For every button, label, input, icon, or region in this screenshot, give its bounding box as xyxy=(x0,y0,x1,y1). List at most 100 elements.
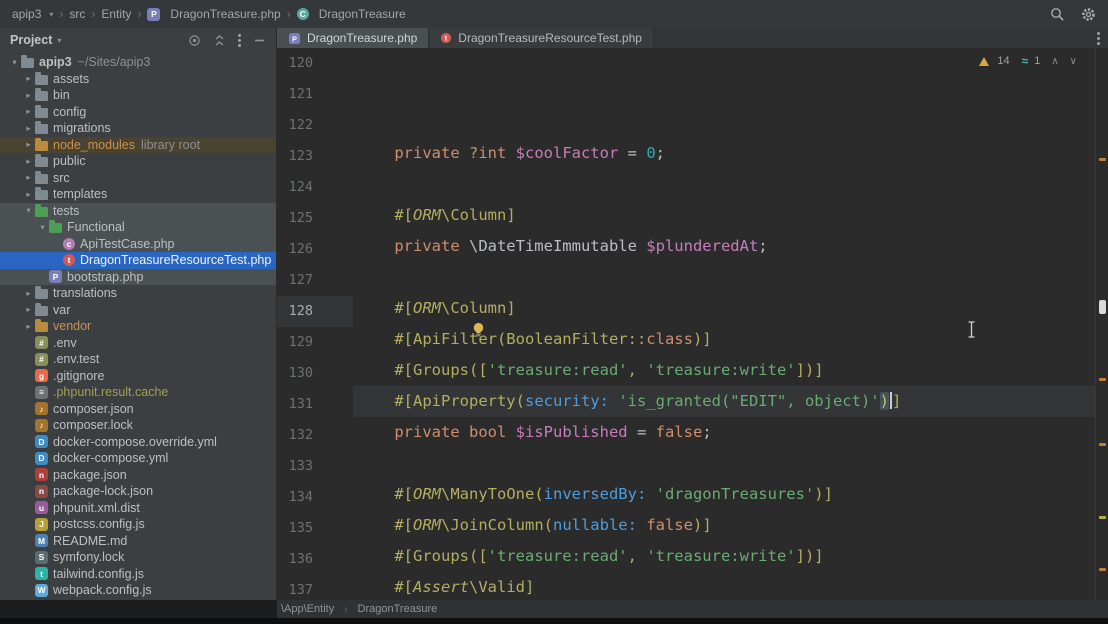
line-number-135[interactable]: 135 xyxy=(277,513,353,544)
settings-gear-icon[interactable] xyxy=(1081,7,1096,22)
chevron-expanded-icon[interactable]: ▾ xyxy=(22,205,35,216)
chevron-expanded-icon[interactable]: ▾ xyxy=(36,222,49,233)
search-icon[interactable] xyxy=(1050,7,1065,22)
line-number-121[interactable]: 121 xyxy=(277,79,353,110)
tree-item-translations[interactable]: ▸ translations xyxy=(0,285,276,302)
locate-file-icon[interactable] xyxy=(188,34,201,47)
tree-item-templates[interactable]: ▸ templates xyxy=(0,186,276,203)
breadcrumb-item-src[interactable]: src xyxy=(69,7,85,21)
tree-item-tailwind.config.js[interactable]: t tailwind.config.js xyxy=(0,566,276,583)
code-area[interactable]: 14 ≈ 1 ∧ ∨ private ?int $coolFactor = 0;… xyxy=(353,48,1095,600)
line-number-133[interactable]: 133 xyxy=(277,451,353,482)
tree-item-DragonTreasureResourceTest.php[interactable]: t DragonTreasureResourceTest.php xyxy=(0,252,276,269)
tree-item-README.md[interactable]: M README.md xyxy=(0,533,276,550)
line-number-123[interactable]: 123 xyxy=(277,141,353,172)
tree-item-postcss.config.js[interactable]: Jpostcss.config.js xyxy=(0,516,276,533)
line-number-134[interactable]: 134 xyxy=(277,482,353,513)
tree-item-bootstrap.php[interactable]: Pbootstrap.php xyxy=(0,268,276,285)
line-number-122[interactable]: 122 xyxy=(277,110,353,141)
chevron-collapsed-icon[interactable]: ▸ xyxy=(22,304,35,315)
line-number-120[interactable]: 120 xyxy=(277,48,353,79)
inspections-widget[interactable]: 14 ≈ 1 ∧ ∨ xyxy=(979,54,1077,68)
tree-item-.env[interactable]: # .env xyxy=(0,335,276,352)
code-line-134[interactable]: #[Assert\Valid] xyxy=(353,572,1095,600)
line-number-136[interactable]: 136 xyxy=(277,544,353,575)
tree-item-webpack.config.js[interactable]: Wwebpack.config.js xyxy=(0,582,276,599)
breadcrumb-item-DragonTreasure.php[interactable]: P DragonTreasure.php xyxy=(147,7,281,21)
chevron-expanded-icon[interactable]: ▾ xyxy=(8,57,21,68)
tree-item-var[interactable]: ▸ var xyxy=(0,302,276,319)
status-class-name[interactable]: DragonTreasure xyxy=(354,603,442,615)
tree-item-bin[interactable]: ▸ bin xyxy=(0,87,276,104)
chevron-collapsed-icon[interactable]: ▸ xyxy=(22,288,35,299)
breadcrumb-item-apip3[interactable]: apip3 ▾ xyxy=(12,7,53,21)
tree-item-docker-compose.yml[interactable]: Ddocker-compose.yml xyxy=(0,450,276,467)
status-package-path[interactable]: \App\Entity xyxy=(277,603,338,615)
tree-item-docker-compose.override.yml[interactable]: Ddocker-compose.override.yml xyxy=(0,434,276,451)
tree-item-tests[interactable]: ▾ tests xyxy=(0,202,276,219)
tree-item-package.json[interactable]: n package.json xyxy=(0,467,276,484)
tree-item-apip3[interactable]: ▾ apip3 ~/Sites/apip3 xyxy=(0,54,276,71)
tab-options-kebab-icon[interactable] xyxy=(1089,28,1108,48)
tree-item-vendor[interactable]: ▸ vendor xyxy=(0,318,276,335)
tree-item-.env.test[interactable]: # .env.test xyxy=(0,351,276,368)
tree-item-assets[interactable]: ▸ assets xyxy=(0,71,276,88)
next-problem-arrow-icon[interactable]: ∨ xyxy=(1070,56,1077,67)
tree-item-composer.lock[interactable]: ♪ composer.lock xyxy=(0,417,276,434)
collapse-all-icon[interactable] xyxy=(213,34,226,47)
code-line-132[interactable]: #[ORM\JoinColumn(nullable: false)] xyxy=(353,510,1095,541)
tree-item-public[interactable]: ▸ public xyxy=(0,153,276,170)
more-options-icon[interactable] xyxy=(238,33,241,47)
code-line-129[interactable]: private bool $isPublished = false; xyxy=(353,417,1095,448)
tree-item-ApiTestCase.php[interactable]: c ApiTestCase.php xyxy=(0,235,276,252)
chevron-collapsed-icon[interactable]: ▸ xyxy=(22,106,35,117)
prev-problem-arrow-icon[interactable]: ∧ xyxy=(1051,56,1058,67)
tab-DragonTreasureResourceTest.php[interactable]: t DragonTreasureResourceTest.php xyxy=(429,28,654,48)
line-number-126[interactable]: 126 xyxy=(277,234,353,265)
chevron-collapsed-icon[interactable]: ▸ xyxy=(22,321,35,332)
tree-item-config[interactable]: ▸ config xyxy=(0,104,276,121)
project-panel-title[interactable]: Project xyxy=(10,33,52,47)
tree-item-symfony.lock[interactable]: Ssymfony.lock xyxy=(0,549,276,566)
code-line-124[interactable] xyxy=(353,262,1095,293)
code-line-131[interactable]: #[ORM\ManyToOne(inversedBy: 'dragonTreas… xyxy=(353,479,1095,510)
line-number-129[interactable]: 129 xyxy=(277,327,353,358)
breadcrumb-item-DragonTreasure[interactable]: C DragonTreasure xyxy=(296,7,406,21)
hide-panel-icon[interactable] xyxy=(253,34,266,47)
chevron-collapsed-icon[interactable]: ▸ xyxy=(22,73,35,84)
tree-item-.gitignore[interactable]: g .gitignore xyxy=(0,368,276,385)
tree-item-phpunit.xml.dist[interactable]: u phpunit.xml.dist xyxy=(0,500,276,517)
tree-item-migrations[interactable]: ▸ migrations xyxy=(0,120,276,137)
code-line-127[interactable]: #[Groups(['treasure:read', 'treasure:wri… xyxy=(353,355,1095,386)
chevron-collapsed-icon[interactable]: ▸ xyxy=(22,139,35,150)
tree-item-Functional[interactable]: ▾ Functional xyxy=(0,219,276,236)
chevron-down-icon[interactable]: ▾ xyxy=(57,36,61,45)
breadcrumb-item-Entity[interactable]: Entity xyxy=(101,7,131,21)
chevron-collapsed-icon[interactable]: ▸ xyxy=(22,172,35,183)
line-number-132[interactable]: 132 xyxy=(277,420,353,451)
code-line-120[interactable]: private ?int $coolFactor = 0; xyxy=(353,138,1095,169)
code-line-122[interactable]: #[ORM\Column] xyxy=(353,200,1095,231)
code-line-133[interactable]: #[Groups(['treasure:read', 'treasure:wri… xyxy=(353,541,1095,572)
tree-item-src[interactable]: ▸ src xyxy=(0,170,276,187)
error-stripe-scrollbar[interactable] xyxy=(1095,48,1108,600)
code-line-128[interactable]: #[ApiProperty(security: 'is_granted("EDI… xyxy=(353,386,1095,417)
tree-item-node_modules[interactable]: ▸ node_modules library root xyxy=(0,136,276,153)
tab-DragonTreasure.php[interactable]: P DragonTreasure.php xyxy=(277,28,430,48)
code-line-121[interactable] xyxy=(353,169,1095,200)
chevron-collapsed-icon[interactable]: ▸ xyxy=(22,123,35,134)
line-number-124[interactable]: 124 xyxy=(277,172,353,203)
chevron-collapsed-icon[interactable]: ▸ xyxy=(22,189,35,200)
code-line-130[interactable] xyxy=(353,448,1095,479)
line-number-137[interactable]: 137 xyxy=(277,575,353,600)
chevron-collapsed-icon[interactable]: ▸ xyxy=(22,156,35,167)
chevron-collapsed-icon[interactable]: ▸ xyxy=(22,90,35,101)
line-number-130[interactable]: 130 xyxy=(277,358,353,389)
line-number-127[interactable]: 127 xyxy=(277,265,353,296)
code-line-123[interactable]: private \DateTimeImmutable $plunderedAt; xyxy=(353,231,1095,262)
tree-item-.phpunit.result.cache[interactable]: ≡ .phpunit.result.cache xyxy=(0,384,276,401)
intention-lightbulb-icon[interactable] xyxy=(360,304,485,359)
line-number-131[interactable]: 131 xyxy=(277,389,353,420)
line-number-125[interactable]: 125 xyxy=(277,203,353,234)
line-number-128[interactable]: 128 xyxy=(277,296,353,327)
